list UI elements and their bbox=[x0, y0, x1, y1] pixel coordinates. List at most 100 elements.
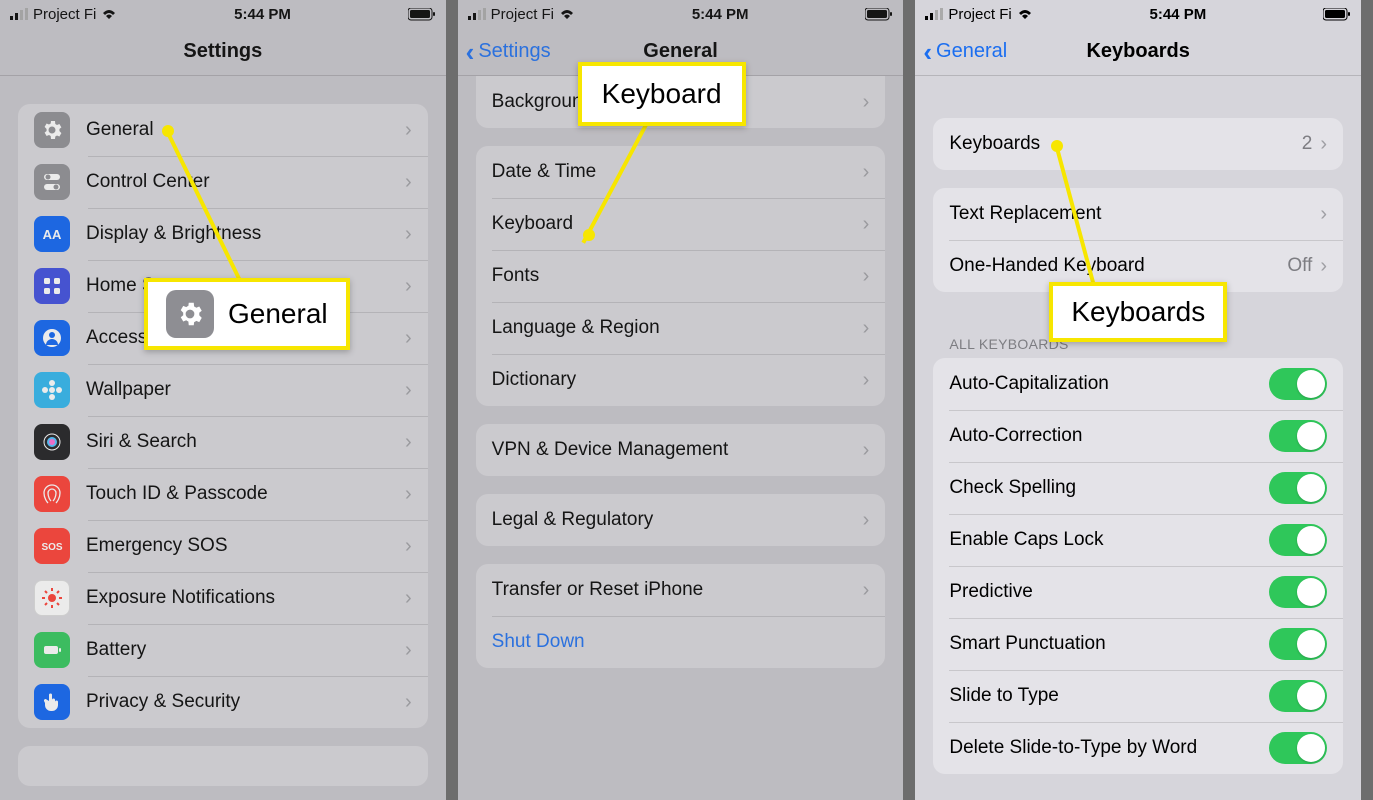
kb-row-enable-caps-lock[interactable]: Enable Caps Lock bbox=[933, 514, 1343, 566]
settings-row-privacy-security[interactable]: Privacy & Security› bbox=[18, 676, 428, 728]
kb-row-delete-slide-to-type-by-word[interactable]: Delete Slide-to-Type by Word bbox=[933, 722, 1343, 774]
kb-row-smart-punctuation[interactable]: Smart Punctuation bbox=[933, 618, 1343, 670]
general-list[interactable]: Background App Refresh›Date & Time›Keybo… bbox=[458, 76, 904, 800]
toggle-switch[interactable] bbox=[1269, 420, 1327, 452]
aa-icon: AA bbox=[34, 216, 70, 252]
row-label: Wallpaper bbox=[86, 379, 405, 401]
row-label: Check Spelling bbox=[949, 477, 1269, 499]
chevron-right-icon: › bbox=[863, 509, 870, 532]
carrier-label: Project Fi bbox=[948, 6, 1011, 23]
back-button[interactable]: ‹ General bbox=[923, 39, 1007, 65]
general-row-date-time[interactable]: Date & Time› bbox=[476, 146, 886, 198]
row-label: Slide to Type bbox=[949, 685, 1269, 707]
row-label: Keyboards bbox=[949, 133, 1301, 155]
section-header: ALL KEYBOARDS bbox=[915, 310, 1361, 358]
general-row-background-app-refresh[interactable]: Background App Refresh› bbox=[476, 76, 886, 128]
nav-bar: Settings bbox=[0, 28, 446, 76]
row-label: Delete Slide-to-Type by Word bbox=[949, 737, 1269, 759]
page-title: Settings bbox=[183, 40, 262, 63]
kb-row-slide-to-type[interactable]: Slide to Type bbox=[933, 670, 1343, 722]
chevron-right-icon: › bbox=[405, 119, 412, 142]
toggle-switch[interactable] bbox=[1269, 524, 1327, 556]
settings-row-display-brightness[interactable]: AA Display & Brightness› bbox=[18, 208, 428, 260]
settings-row-touch-id-passcode[interactable]: Touch ID & Passcode› bbox=[18, 468, 428, 520]
chevron-right-icon: › bbox=[863, 91, 870, 114]
chevron-right-icon: › bbox=[405, 535, 412, 558]
general-row-vpn-device-management[interactable]: VPN & Device Management› bbox=[476, 424, 886, 476]
general-row-legal-regulatory[interactable]: Legal & Regulatory› bbox=[476, 494, 886, 546]
row-value: Off bbox=[1287, 255, 1312, 277]
grid-icon bbox=[34, 268, 70, 304]
kb-row-auto-capitalization[interactable]: Auto-Capitalization bbox=[933, 358, 1343, 410]
row-label: Predictive bbox=[949, 581, 1269, 603]
sos-icon: SOS bbox=[34, 528, 70, 564]
row-label: Enable Caps Lock bbox=[949, 529, 1269, 551]
status-bar: Project Fi 5:44 PM bbox=[0, 0, 446, 28]
chevron-right-icon: › bbox=[863, 213, 870, 236]
chevron-right-icon: › bbox=[405, 431, 412, 454]
kb-row-keyboards[interactable]: Keyboards2› bbox=[933, 118, 1343, 170]
wifi-icon bbox=[1017, 8, 1033, 20]
kb-row-text-replacement[interactable]: Text Replacement› bbox=[933, 188, 1343, 240]
settings-row-home-screen[interactable]: Home Screen› bbox=[18, 260, 428, 312]
screenshot-general: Project Fi 5:44 PM ‹ Settings General Ba… bbox=[458, 0, 916, 800]
toggle-switch[interactable] bbox=[1269, 576, 1327, 608]
toggle-switch[interactable] bbox=[1269, 732, 1327, 764]
settings-list[interactable]: General›Control Center›AADisplay & Brigh… bbox=[0, 76, 446, 800]
general-row-fonts[interactable]: Fonts› bbox=[476, 250, 886, 302]
back-button[interactable]: ‹ Settings bbox=[466, 39, 551, 65]
kb-row-one-handed-keyboard[interactable]: One-Handed KeyboardOff› bbox=[933, 240, 1343, 292]
chevron-right-icon: › bbox=[405, 223, 412, 246]
row-label: Background App Refresh bbox=[492, 91, 863, 113]
svg-text:SOS: SOS bbox=[41, 542, 62, 553]
hand-icon bbox=[34, 684, 70, 720]
signal-icon bbox=[10, 8, 28, 20]
status-time: 5:44 PM bbox=[234, 6, 291, 23]
chevron-right-icon: › bbox=[1320, 203, 1327, 226]
kb-row-predictive[interactable]: Predictive bbox=[933, 566, 1343, 618]
settings-row-general[interactable]: General› bbox=[18, 104, 428, 156]
settings-row-wallpaper[interactable]: Wallpaper› bbox=[18, 364, 428, 416]
chevron-right-icon: › bbox=[405, 639, 412, 662]
toggle-switch[interactable] bbox=[1269, 368, 1327, 400]
general-row-keyboard[interactable]: Keyboard› bbox=[476, 198, 886, 250]
general-row-transfer-or-reset-iphone[interactable]: Transfer or Reset iPhone› bbox=[476, 564, 886, 616]
chevron-right-icon: › bbox=[405, 587, 412, 610]
chevron-right-icon: › bbox=[405, 275, 412, 298]
row-label: General bbox=[86, 119, 405, 141]
flower-icon bbox=[34, 372, 70, 408]
general-row-shut-down[interactable]: Shut Down bbox=[476, 616, 886, 668]
row-label: Display & Brightness bbox=[86, 223, 405, 245]
toggle-switch[interactable] bbox=[1269, 680, 1327, 712]
settings-row-emergency-sos[interactable]: SOSEmergency SOS› bbox=[18, 520, 428, 572]
row-label: Auto-Capitalization bbox=[949, 373, 1269, 395]
battery-icon bbox=[34, 632, 70, 668]
page-title: General bbox=[643, 40, 717, 63]
sliders-icon bbox=[34, 164, 70, 200]
screenshot-keyboards: Project Fi 5:44 PM ‹ General Keyboards K… bbox=[915, 0, 1373, 800]
row-label: Text Replacement bbox=[949, 203, 1320, 225]
kb-row-auto-correction[interactable]: Auto-Correction bbox=[933, 410, 1343, 462]
settings-row-accessibility[interactable]: Accessibility› bbox=[18, 312, 428, 364]
row-label: Accessibility bbox=[86, 327, 405, 349]
chevron-right-icon: › bbox=[863, 317, 870, 340]
settings-row-siri-search[interactable]: Siri & Search› bbox=[18, 416, 428, 468]
row-label: Date & Time bbox=[492, 161, 863, 183]
settings-row-control-center[interactable]: Control Center› bbox=[18, 156, 428, 208]
kb-row-check-spelling[interactable]: Check Spelling bbox=[933, 462, 1343, 514]
exposure-icon bbox=[34, 580, 70, 616]
chevron-right-icon: › bbox=[863, 265, 870, 288]
battery-icon bbox=[865, 8, 893, 21]
general-row-language-region[interactable]: Language & Region› bbox=[476, 302, 886, 354]
toggle-switch[interactable] bbox=[1269, 628, 1327, 660]
toggle-switch[interactable] bbox=[1269, 472, 1327, 504]
row-label: Privacy & Security bbox=[86, 691, 405, 713]
general-row-dictionary[interactable]: Dictionary› bbox=[476, 354, 886, 406]
settings-row-battery[interactable]: Battery› bbox=[18, 624, 428, 676]
keyboards-list[interactable]: Keyboards2› Text Replacement›One-Handed … bbox=[915, 76, 1361, 800]
chevron-right-icon: › bbox=[1320, 255, 1327, 278]
carrier-label: Project Fi bbox=[491, 6, 554, 23]
status-bar: Project Fi 5:44 PM bbox=[458, 0, 904, 28]
settings-row-exposure-notifications[interactable]: Exposure Notifications› bbox=[18, 572, 428, 624]
siri-icon bbox=[34, 424, 70, 460]
